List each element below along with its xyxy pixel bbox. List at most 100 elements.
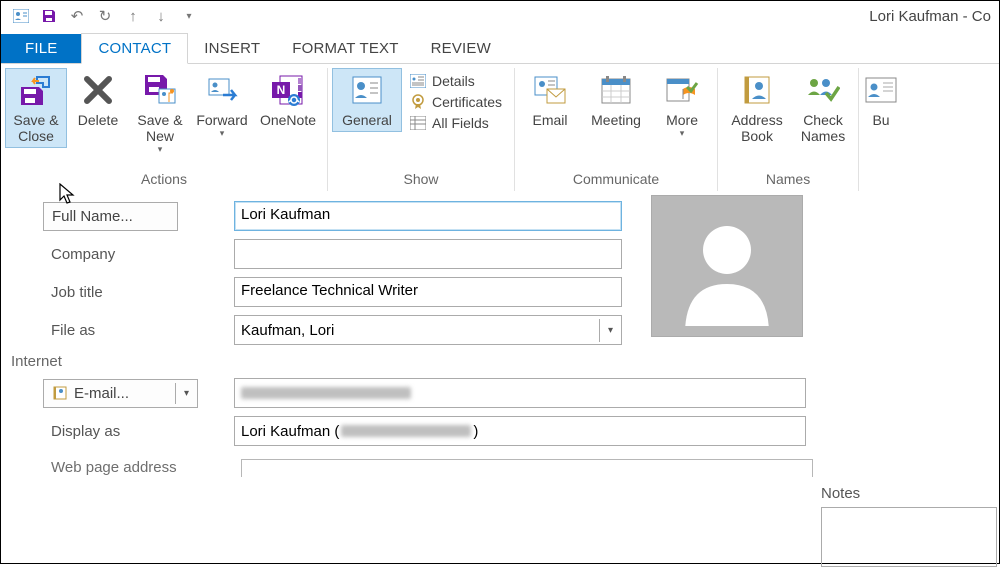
certificates-button[interactable]: Certificates xyxy=(408,93,504,111)
onenote-label: OneNote xyxy=(260,112,316,128)
job-title-value: Freelance Technical Writer xyxy=(241,282,418,299)
group-names-label: Names xyxy=(722,169,854,191)
display-as-value-suffix: ) xyxy=(473,423,478,440)
email-button[interactable]: Email xyxy=(519,68,581,132)
delete-label: Delete xyxy=(78,112,118,128)
address-book-label: Address Book xyxy=(724,112,790,144)
file-as-value: Kaufman, Lori xyxy=(235,318,599,343)
full-name-button[interactable]: Full Name... xyxy=(43,202,178,231)
full-name-value: Lori Kaufman xyxy=(241,206,330,223)
file-as-combo[interactable]: Kaufman, Lori ▾ xyxy=(234,315,622,345)
tab-insert[interactable]: INSERT xyxy=(188,34,276,63)
more-label: More xyxy=(666,112,698,128)
delete-button[interactable]: Delete xyxy=(67,68,129,132)
details-label: Details xyxy=(432,73,475,89)
display-as-label: Display as xyxy=(43,418,178,445)
meeting-icon xyxy=(598,72,634,108)
job-title-label: Job title xyxy=(43,279,178,306)
group-show: General Details Certificates xyxy=(328,68,515,191)
notes-label: Notes xyxy=(821,485,860,502)
save-new-label: Save & New xyxy=(131,112,189,144)
forward-icon xyxy=(204,72,240,108)
more-button[interactable]: More ▾ xyxy=(651,68,713,142)
check-names-button[interactable]: Check Names xyxy=(792,68,854,148)
save-and-new-button[interactable]: Save & New ▾ xyxy=(129,68,191,159)
tab-file[interactable]: FILE xyxy=(1,34,81,63)
all-fields-button[interactable]: All Fields xyxy=(408,114,504,132)
address-book-button[interactable]: Address Book xyxy=(722,68,792,148)
tab-review[interactable]: REVIEW xyxy=(415,34,507,63)
email-type-label: E-mail... xyxy=(74,385,129,402)
svg-text:N: N xyxy=(277,83,286,97)
forward-button[interactable]: Forward ▾ xyxy=(191,68,253,142)
email-label: Email xyxy=(533,112,568,128)
check-names-label: Check Names xyxy=(794,112,852,144)
redacted-email xyxy=(241,387,411,399)
chevron-down-icon: ▾ xyxy=(220,128,225,138)
save-close-label: Save & Close xyxy=(7,112,65,144)
meeting-label: Meeting xyxy=(591,112,641,128)
delete-icon xyxy=(80,72,116,108)
customize-qat-icon[interactable]: ▾ xyxy=(181,8,197,24)
undo-icon[interactable]: ↶ xyxy=(69,8,85,24)
group-names: Address Book Check Names Names xyxy=(718,68,859,191)
check-names-icon xyxy=(805,72,841,108)
tab-contact[interactable]: CONTACT xyxy=(81,33,188,64)
address-book-icon xyxy=(739,72,775,108)
email-input[interactable] xyxy=(234,378,806,408)
web-page-input[interactable] xyxy=(241,459,813,477)
group-actions-label: Actions xyxy=(5,169,323,191)
save-icon[interactable] xyxy=(41,8,57,24)
ribbon: Save & Close Delete Save & New ▾ Forwar xyxy=(1,63,999,191)
details-button[interactable]: Details xyxy=(408,72,504,90)
file-as-label: File as xyxy=(43,317,178,344)
up-arrow-icon[interactable]: ↑ xyxy=(125,8,141,24)
chevron-down-icon[interactable]: ▾ xyxy=(599,319,621,342)
title-bar: ↶ ↻ ↑ ↓ ▾ Lori Kaufman - Co xyxy=(1,1,999,31)
internet-section-label: Internet xyxy=(11,353,999,370)
certificates-icon xyxy=(410,94,426,110)
all-fields-icon xyxy=(410,115,426,131)
group-communicate-label: Communicate xyxy=(519,169,713,191)
more-icon xyxy=(664,72,700,108)
onenote-icon: N xyxy=(270,72,306,108)
details-icon xyxy=(410,73,426,89)
bu-label: Bu xyxy=(872,112,889,128)
group-show-label: Show xyxy=(332,169,510,191)
quick-access-toolbar: ↶ ↻ ↑ ↓ ▾ xyxy=(5,8,197,24)
save-new-icon xyxy=(142,72,178,108)
redo-icon[interactable]: ↻ xyxy=(97,8,113,24)
business-card-icon xyxy=(863,72,899,108)
chevron-down-icon: ▾ xyxy=(158,144,163,154)
general-icon xyxy=(349,72,385,108)
notes-textarea[interactable] xyxy=(821,507,997,567)
all-fields-label: All Fields xyxy=(432,115,489,131)
display-as-input[interactable]: Lori Kaufman ( ) xyxy=(234,416,806,446)
contact-photo[interactable] xyxy=(651,195,803,337)
general-label: General xyxy=(342,112,392,128)
business-card-button[interactable]: Bu xyxy=(863,68,899,132)
save-close-icon xyxy=(18,72,54,108)
save-and-close-button[interactable]: Save & Close xyxy=(5,68,67,148)
contact-form: Full Name... Lori Kaufman Company Job ti… xyxy=(1,191,999,481)
tab-format-text[interactable]: FORMAT TEXT xyxy=(276,34,414,63)
company-input[interactable] xyxy=(234,239,622,269)
contact-card-icon[interactable] xyxy=(13,8,29,24)
chevron-down-icon[interactable]: ▾ xyxy=(175,383,197,404)
display-as-value-prefix: Lori Kaufman ( xyxy=(241,423,339,440)
email-type-button[interactable]: E-mail... ▾ xyxy=(43,379,198,408)
general-button[interactable]: General xyxy=(332,68,402,132)
chevron-down-icon: ▾ xyxy=(680,128,685,138)
group-options-partial: Bu xyxy=(859,68,903,191)
down-arrow-icon[interactable]: ↓ xyxy=(153,8,169,24)
address-book-small-icon xyxy=(52,386,68,400)
full-name-input[interactable]: Lori Kaufman xyxy=(234,201,622,231)
meeting-button[interactable]: Meeting xyxy=(581,68,651,132)
job-title-input[interactable]: Freelance Technical Writer xyxy=(234,277,622,307)
company-label: Company xyxy=(43,241,178,268)
onenote-button[interactable]: N OneNote xyxy=(253,68,323,132)
certificates-label: Certificates xyxy=(432,94,502,110)
group-communicate: Email Meeting More ▾ Communicate xyxy=(515,68,718,191)
forward-label: Forward xyxy=(196,112,247,128)
window-title: Lori Kaufman - Co xyxy=(869,8,991,25)
